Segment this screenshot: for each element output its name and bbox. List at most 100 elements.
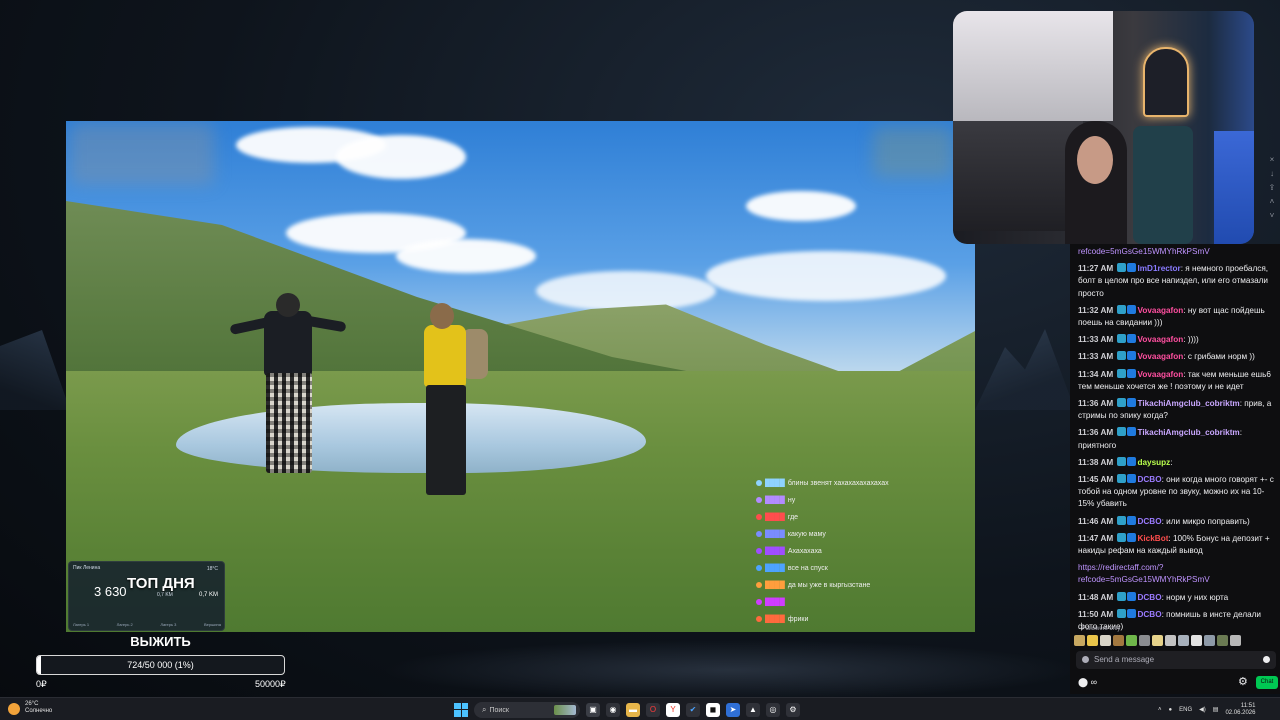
chat-username[interactable]: Vovaagafon <box>1137 335 1183 344</box>
emote-icon[interactable] <box>1087 635 1098 646</box>
fitness-widget: Пик Ленина 18°C 3 630 0,7 KM 0,7 KM Лаге… <box>68 561 225 631</box>
folder-icon[interactable]: ▬ <box>626 702 640 717</box>
channel-points[interactable]: ⬤ ∞ <box>1078 677 1097 688</box>
widget-temp: 18°C <box>206 566 218 572</box>
emote-icon[interactable] <box>1126 635 1137 646</box>
settings-icon[interactable]: ⚙ <box>786 702 800 717</box>
badge-icon <box>756 548 762 555</box>
chat-username[interactable]: DCBO <box>1137 593 1161 602</box>
download-icon[interactable]: ↓ <box>1268 170 1276 178</box>
clock[interactable]: 11:51 02.06.2026 <box>1225 703 1255 717</box>
emote-icon[interactable] <box>1113 635 1124 646</box>
opera-icon[interactable]: O <box>646 702 660 717</box>
badge-icon <box>756 480 762 487</box>
cam-light <box>1214 131 1254 244</box>
verified-badge-icon <box>1127 351 1137 361</box>
chat-timestamp: 11:27 AM <box>1078 264 1114 274</box>
chat-message: 11:36 AM TikachiAmgclub_cobriktm: приятн… <box>1078 427 1275 451</box>
gear-icon[interactable]: ⚙ <box>1238 676 1248 688</box>
emote-icon[interactable] <box>1204 635 1215 646</box>
chevron-up-icon[interactable]: ˄ <box>1158 707 1162 713</box>
emote-icon[interactable] <box>1230 635 1241 646</box>
emote-picker-icon[interactable] <box>1263 656 1270 663</box>
chat-username[interactable]: lmD1rector <box>1137 264 1180 273</box>
wallpaper-mountain-right <box>975 329 1075 410</box>
emote-icon[interactable] <box>1217 635 1228 646</box>
chat-messages: refcode=5mGsGe15WMYhRkPSmV 11:27 AM lmD1r… <box>1078 246 1275 638</box>
network-icon[interactable]: ▤ <box>1213 706 1219 713</box>
epic-games-icon[interactable]: ◼ <box>706 702 720 717</box>
emote-icon[interactable] <box>1074 635 1085 646</box>
clock-time: 11:51 <box>1240 702 1256 709</box>
emote-icon[interactable] <box>1100 635 1111 646</box>
subscriber-badge-icon <box>1117 591 1127 601</box>
widget-title: Пик Ленина <box>73 565 101 571</box>
chat-username[interactable]: daysupz <box>1137 458 1170 467</box>
taskbar-search[interactable]: ⌕ Поиск <box>474 701 580 718</box>
blurred-overlay <box>873 127 953 177</box>
chat-message: 11:36 AM TikachiAmgclub_cobriktm: прив, … <box>1078 398 1275 422</box>
chat-message: 11:38 AM daysupz: <box>1078 456 1275 469</box>
chat-username[interactable]: Vovaagafon <box>1137 306 1183 315</box>
check-app-icon[interactable]: ✔ <box>686 702 700 717</box>
chat-username[interactable]: Vovaagafon <box>1137 370 1183 379</box>
weather-temp: 26°C <box>25 701 39 707</box>
chat-timestamp: 11:36 AM <box>1078 428 1114 438</box>
emote-icon[interactable] <box>1165 635 1176 646</box>
yandex-icon[interactable]: Y <box>666 702 680 717</box>
widget-footer-item: Вершина <box>203 622 221 627</box>
goal-progress-text: 724/50 000 (1%) <box>127 660 194 670</box>
video-chat-user: ████ <box>765 531 785 538</box>
badge-icon <box>756 582 762 589</box>
windows-start-icon[interactable] <box>454 702 468 717</box>
task-view-icon[interactable]: ▣ <box>586 702 600 717</box>
emote-icon[interactable] <box>1139 635 1150 646</box>
chat-username[interactable]: TikachiAmgclub_cobriktm <box>1137 399 1239 408</box>
shield-icon[interactable] <box>1082 656 1089 663</box>
verified-badge-icon <box>1127 427 1137 437</box>
widget-footer-item: Лагерь 2 <box>116 622 133 627</box>
unity-icon[interactable]: ▲ <box>746 702 760 717</box>
chat-timestamp: 11:47 AM <box>1078 533 1114 543</box>
chat-input[interactable]: Send a message <box>1076 651 1276 669</box>
verified-badge-icon <box>1127 515 1137 525</box>
badge-icon <box>756 616 762 623</box>
chat-timestamp: 11:33 AM <box>1078 335 1114 345</box>
chat-username[interactable]: Vovaagafon <box>1137 352 1183 361</box>
obs-icon[interactable]: ◎ <box>766 702 780 717</box>
close-icon[interactable]: × <box>1268 156 1276 164</box>
chevron-down-icon[interactable]: ˅ <box>1268 212 1276 220</box>
chat-username[interactable]: KickBot <box>1137 534 1168 543</box>
subscriber-badge-icon <box>1117 515 1127 525</box>
emote-bar[interactable] <box>1074 635 1274 649</box>
chat-message-text: : норм у них юрта <box>1161 592 1229 602</box>
video-chat-user: ████ <box>765 616 785 623</box>
emote-icon[interactable] <box>1152 635 1163 646</box>
chat-username[interactable]: TikachiAmgclub_cobriktm <box>1137 428 1239 437</box>
chat-send-button[interactable]: Chat <box>1256 676 1278 689</box>
video-chat-line: ████ блины звенят хахахахахахахах <box>756 475 966 492</box>
chat-link[interactable]: refcode=5mGsGe15WMYhRkPSmV <box>1078 247 1210 256</box>
speaker-icon[interactable]: ◀) <box>1199 706 1206 713</box>
chat-username[interactable]: DCBO <box>1137 610 1161 619</box>
emote-icon[interactable] <box>1178 635 1189 646</box>
subscriber-badge-icon <box>1117 304 1127 314</box>
video-chat-user: ████ <box>765 565 785 572</box>
weather-widget[interactable]: 26°C Солнечно <box>8 701 52 715</box>
microphone-icon[interactable]: ● <box>1169 707 1173 713</box>
verified-badge-icon <box>1127 263 1137 273</box>
emote-icon[interactable] <box>1191 635 1202 646</box>
side-toolbar: × ↓ ⇪ ˄ ˅ <box>1266 150 1278 226</box>
subscriber-badge-icon <box>1117 398 1127 408</box>
chevron-up-icon[interactable]: ˄ <box>1268 198 1276 206</box>
language-indicator[interactable]: ENG <box>1179 707 1192 713</box>
stream-video[interactable]: ████ блины звенят хахахахахахахах ████ ну ██… <box>66 121 975 632</box>
chat-message: 11:33 AM Vovaagafon: с грибами норм )) <box>1078 351 1275 363</box>
telegram-icon[interactable]: ➤ <box>726 702 740 717</box>
share-icon[interactable]: ⇪ <box>1268 184 1276 192</box>
verified-badge-icon <box>1127 304 1137 314</box>
chat-username[interactable]: DCBO <box>1137 517 1161 526</box>
chat-username[interactable]: DCBO <box>1137 475 1161 484</box>
chat-link[interactable]: https://redirectaff.com/?refcode=5mGsGe1… <box>1078 563 1210 584</box>
chrome-icon[interactable]: ◉ <box>606 702 620 717</box>
